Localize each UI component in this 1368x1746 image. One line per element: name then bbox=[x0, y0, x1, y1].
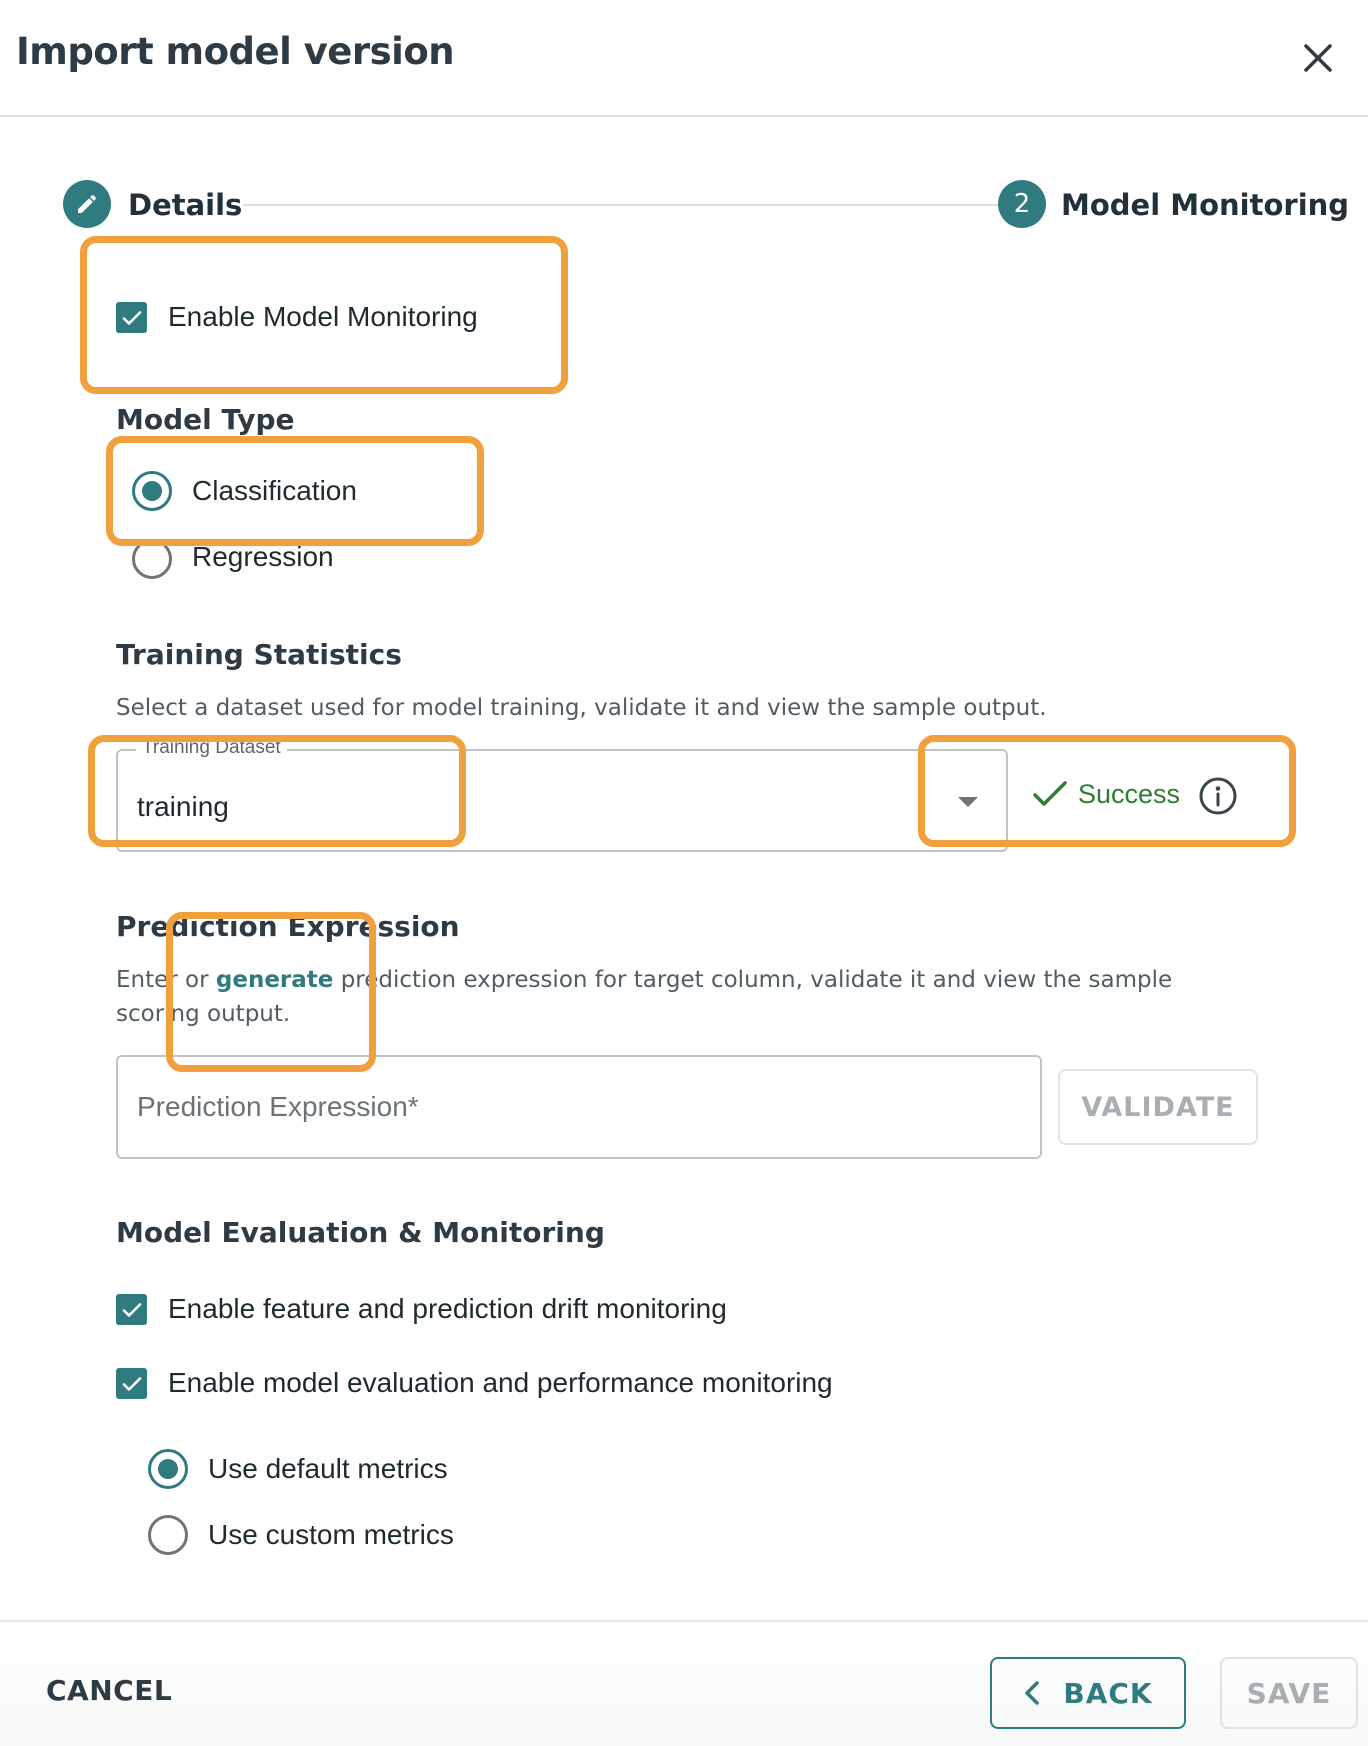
training-statistics-description: Select a dataset used for model training… bbox=[116, 695, 1047, 721]
step-details-label[interactable]: Details bbox=[128, 188, 242, 222]
step-connector bbox=[243, 204, 1043, 206]
close-icon[interactable] bbox=[1296, 36, 1340, 80]
radio-regression-label: Regression bbox=[192, 541, 334, 572]
training-dataset-field-label: Training Dataset bbox=[136, 737, 287, 759]
radio-default-metrics-label: Use default metrics bbox=[208, 1453, 448, 1484]
cancel-button[interactable]: CANCEL bbox=[46, 1674, 172, 1707]
radio-custom-metrics[interactable] bbox=[148, 1515, 188, 1555]
drift-monitoring-label: Enable feature and prediction drift moni… bbox=[168, 1293, 727, 1324]
radio-classification[interactable] bbox=[132, 471, 172, 511]
radio-regression[interactable] bbox=[132, 539, 172, 579]
enable-model-monitoring-label: Enable Model Monitoring bbox=[168, 301, 478, 332]
dialog-header: Import model version bbox=[0, 0, 1368, 117]
validation-status: Success bbox=[1030, 774, 1180, 814]
radio-custom-metrics-label: Use custom metrics bbox=[208, 1519, 454, 1550]
prediction-expression-title: Prediction Expression bbox=[116, 910, 460, 943]
back-button-label: BACK bbox=[1063, 1676, 1153, 1710]
info-icon[interactable] bbox=[1198, 776, 1238, 816]
step-model-monitoring-label: Model Monitoring bbox=[1061, 188, 1350, 222]
step-details-pencil-icon[interactable] bbox=[63, 180, 111, 228]
validate-button[interactable]: VALIDATE bbox=[1058, 1069, 1258, 1145]
dropdown-arrow-icon[interactable] bbox=[958, 797, 978, 807]
performance-monitoring-label: Enable model evaluation and performance … bbox=[168, 1367, 833, 1398]
dialog-footer: CANCEL BACK SAVE bbox=[0, 1620, 1368, 1746]
enable-model-monitoring-checkbox[interactable] bbox=[116, 302, 147, 333]
drift-monitoring-checkbox[interactable] bbox=[116, 1294, 147, 1325]
status-text: Success bbox=[1078, 778, 1181, 809]
step-2-number: 2 bbox=[998, 180, 1046, 228]
performance-monitoring-checkbox[interactable] bbox=[116, 1368, 147, 1399]
dialog-title: Import model version bbox=[16, 30, 455, 73]
prediction-expression-field[interactable] bbox=[116, 1055, 1042, 1159]
back-button[interactable]: BACK bbox=[990, 1657, 1186, 1729]
radio-default-metrics[interactable] bbox=[148, 1449, 188, 1489]
generate-link[interactable]: generate bbox=[216, 967, 334, 993]
training-dataset-select[interactable]: Training Dataset training bbox=[116, 737, 1008, 852]
chevron-left-icon bbox=[1025, 1681, 1040, 1705]
model-type-title: Model Type bbox=[116, 403, 295, 436]
stepper: Details 2 Model Monitoring bbox=[63, 180, 1349, 232]
prediction-expression-description: Enter or generate prediction expression … bbox=[116, 963, 1226, 1031]
radio-selected-dot bbox=[142, 481, 162, 501]
checkmark-icon bbox=[1033, 781, 1067, 806]
save-button[interactable]: SAVE bbox=[1220, 1657, 1358, 1729]
training-dataset-value: training bbox=[137, 791, 229, 822]
model-evaluation-title: Model Evaluation & Monitoring bbox=[116, 1216, 605, 1249]
radio-selected-dot bbox=[158, 1459, 178, 1479]
radio-classification-label: Classification bbox=[192, 475, 357, 506]
prediction-expression-input[interactable] bbox=[137, 1087, 1017, 1127]
description-prefix: Enter or bbox=[116, 967, 216, 993]
training-statistics-title: Training Statistics bbox=[116, 638, 402, 671]
